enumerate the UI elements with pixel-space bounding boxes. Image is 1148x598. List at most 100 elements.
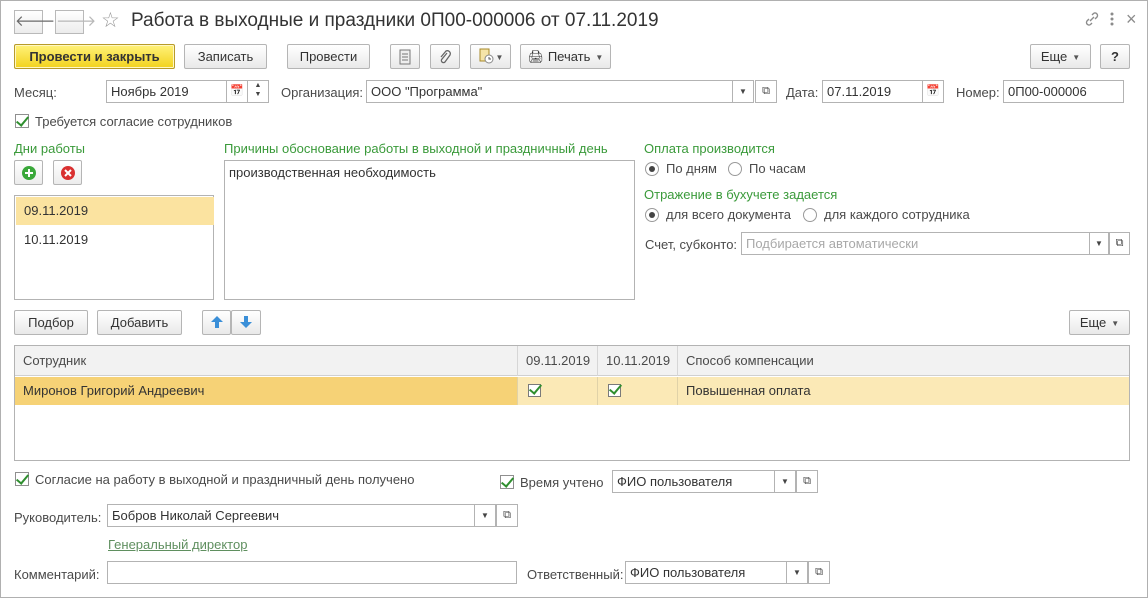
responsible-dropdown[interactable]: ▼ — [786, 561, 808, 584]
organization-field[interactable]: ООО "Программа" — [366, 80, 733, 103]
print-button-label: Печать — [547, 49, 591, 64]
chevron-down-icon: ▼ — [739, 87, 747, 96]
date-2-checkbox[interactable] — [607, 384, 621, 398]
post-and-close-button[interactable]: Провести и закрыть — [14, 44, 175, 69]
paperclip-icon — [440, 50, 451, 64]
add-day-button[interactable] — [14, 160, 43, 185]
chevron-down-icon: ▼ — [1072, 53, 1081, 62]
save-button[interactable]: Записать — [184, 44, 267, 69]
comment-field[interactable] — [107, 561, 517, 584]
arrow-down-icon — [240, 316, 252, 328]
document-window: 🡐 🡒 ☆ Работа в выходные и праздники 0П00… — [0, 0, 1148, 598]
number-field[interactable]: 0П00-000006 — [1003, 80, 1124, 103]
add-icon — [21, 166, 36, 180]
calendar-icon: 📅 — [926, 85, 940, 97]
date-calendar-button[interactable]: 📅 — [922, 80, 944, 103]
consent-received-checkbox[interactable] — [15, 472, 29, 486]
forward-button[interactable]: 🡒 — [55, 10, 96, 34]
month-field[interactable]: Ноябрь 2019 — [106, 80, 227, 103]
manager-position-link[interactable]: Генеральный директор — [108, 537, 247, 552]
time-accounted-field[interactable]: ФИО пользователя — [612, 470, 775, 493]
table-more-label: Еще — [1079, 315, 1107, 330]
date-field[interactable]: 07.11.2019 — [822, 80, 923, 103]
help-button[interactable]: ? — [1100, 44, 1130, 69]
responsible-open-button[interactable]: ⧉ — [808, 561, 830, 584]
close-icon[interactable]: × — [1126, 9, 1137, 30]
list-document-icon — [399, 49, 411, 65]
link-icon[interactable] — [1084, 11, 1100, 31]
move-up-button[interactable] — [202, 310, 231, 335]
add-button[interactable]: Добавить — [97, 310, 182, 335]
pick-button[interactable]: Подбор — [14, 310, 88, 335]
column-employee[interactable]: Сотрудник — [15, 346, 518, 376]
account-label: Счет, субконто: — [645, 237, 738, 252]
table-header: Сотрудник 09.11.2019 10.11.2019 Способ к… — [15, 346, 1129, 376]
create-based-on-button[interactable]: ▼ — [470, 44, 511, 69]
reasons-title: Причины обоснование работы в выходной и … — [224, 141, 608, 156]
list-item[interactable]: 10.11.2019 — [16, 226, 214, 254]
table-row[interactable]: Миронов Григорий Андреевич Повышенная оп… — [15, 377, 1129, 405]
column-date-2[interactable]: 10.11.2019 — [598, 346, 678, 376]
spin-up-icon: ▲ — [254, 82, 262, 89]
column-date-1[interactable]: 09.11.2019 — [518, 346, 598, 376]
payment-by-hours-label: По часам — [749, 161, 806, 176]
organization-dropdown[interactable]: ▼ — [732, 80, 754, 103]
manager-open-button[interactable]: ⧉ — [496, 504, 518, 527]
employee-cell[interactable]: Миронов Григорий Андреевич — [15, 377, 517, 405]
accounting-each-employee-label: для каждого сотрудника — [824, 207, 970, 222]
create-document-icon — [479, 48, 494, 64]
month-spinner[interactable]: ▲ ▼ — [247, 80, 269, 103]
chevron-down-icon: ▼ — [781, 477, 789, 486]
calendar-button[interactable]: 📅 — [226, 80, 248, 103]
chevron-down-icon: ▼ — [1111, 319, 1120, 328]
account-placeholder: Подбирается автоматически — [746, 236, 919, 251]
consent-required-checkbox[interactable] — [15, 114, 29, 128]
back-button[interactable]: 🡐 — [14, 10, 55, 34]
organization-open-button[interactable]: ⧉ — [755, 80, 777, 103]
open-icon: ⧉ — [503, 509, 511, 521]
time-accounted-checkbox[interactable] — [500, 475, 514, 489]
date-1-checkbox[interactable] — [527, 384, 541, 398]
more-vertical-icon[interactable] — [1108, 11, 1116, 31]
reasons-textarea[interactable]: производственная необходимость — [224, 160, 635, 300]
printer-icon: 🖨 — [527, 49, 545, 64]
accounting-whole-doc-radio[interactable] — [645, 208, 659, 222]
arrow-left-icon: 🡐 — [15, 13, 56, 30]
table-more-button[interactable]: Еще ▼ — [1069, 310, 1130, 335]
page-title: Работа в выходные и праздники 0П00-00000… — [131, 10, 659, 31]
time-accounted-label: Время учтено — [520, 475, 604, 490]
payment-by-days-radio[interactable] — [645, 162, 659, 176]
cell-divider — [597, 377, 598, 405]
print-button[interactable]: 🖨 Печать ▼ — [520, 44, 611, 69]
post-button[interactable]: Провести — [287, 44, 370, 69]
responsible-field[interactable]: ФИО пользователя — [625, 561, 787, 584]
manager-dropdown[interactable]: ▼ — [474, 504, 496, 527]
open-icon: ⧉ — [762, 85, 770, 97]
attachments-button[interactable] — [430, 44, 460, 69]
payment-by-days-label: По дням — [666, 161, 717, 176]
list-item[interactable]: 09.11.2019 — [16, 197, 214, 225]
accounting-each-employee-radio[interactable] — [803, 208, 817, 222]
column-compensation[interactable]: Способ компенсации — [678, 346, 1129, 376]
compensation-cell[interactable]: Повышенная оплата — [678, 377, 1128, 405]
time-accounted-dropdown[interactable]: ▼ — [774, 470, 796, 493]
open-icon: ⧉ — [1115, 237, 1124, 249]
reasons-text: производственная необходимость — [229, 165, 436, 180]
more-button[interactable]: Еще ▼ — [1030, 44, 1091, 69]
account-open-button[interactable]: ⧉ — [1109, 232, 1130, 255]
move-down-button[interactable] — [231, 310, 261, 335]
payment-by-hours-radio[interactable] — [728, 162, 742, 176]
calendar-icon: 📅 — [230, 85, 244, 97]
favorite-star-icon[interactable]: ☆ — [101, 8, 120, 33]
work-days-list[interactable]: 09.11.2019 10.11.2019 — [14, 195, 214, 300]
employees-table[interactable]: Сотрудник 09.11.2019 10.11.2019 Способ к… — [14, 345, 1130, 461]
chevron-down-icon: ▼ — [1095, 239, 1103, 248]
more-button-label: Еще — [1040, 49, 1068, 64]
document-journal-button[interactable] — [390, 44, 420, 69]
account-field[interactable]: Подбирается автоматически — [741, 232, 1090, 255]
account-dropdown[interactable]: ▼ — [1089, 232, 1109, 255]
time-accounted-open-button[interactable]: ⧉ — [796, 470, 818, 493]
manager-field[interactable]: Бобров Николай Сергеевич — [107, 504, 475, 527]
chevron-down-icon: ▼ — [481, 511, 489, 520]
delete-day-button[interactable] — [53, 160, 82, 185]
